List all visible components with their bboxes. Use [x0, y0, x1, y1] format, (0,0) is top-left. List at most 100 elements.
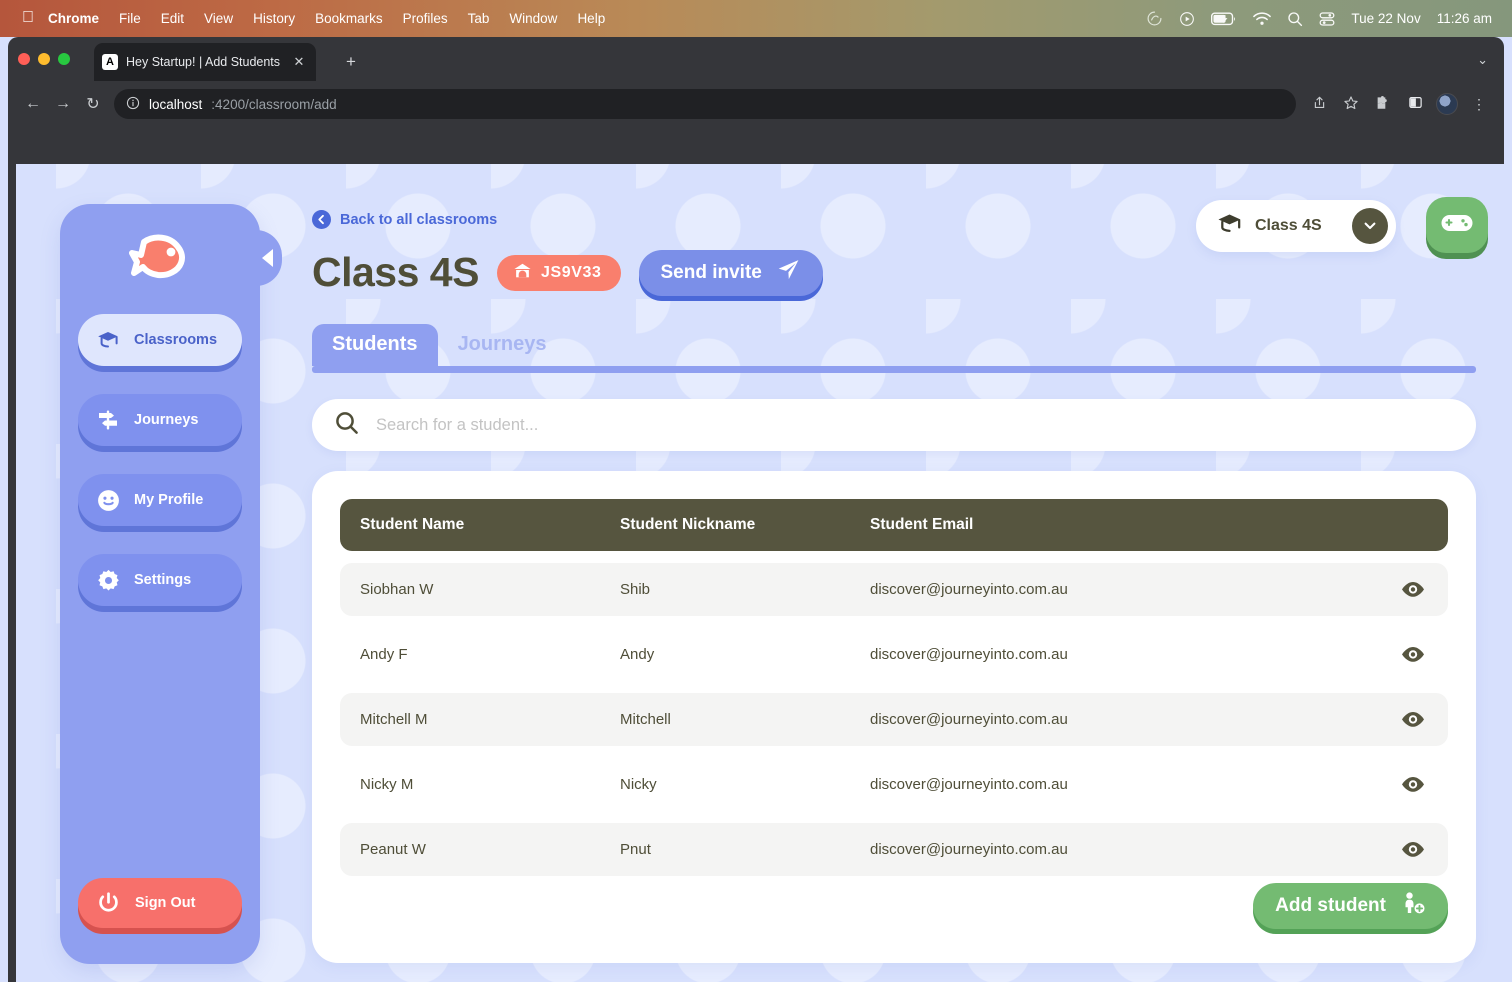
table-row[interactable]: Nicky M Nicky discover@journeyinto.com.a…: [340, 758, 1448, 811]
tab-underline: [312, 366, 1476, 373]
new-tab-button[interactable]: +: [346, 52, 356, 72]
menu-view[interactable]: View: [204, 11, 233, 26]
power-icon: [95, 890, 121, 916]
cell-student-nickname: Mitchell: [620, 711, 870, 728]
sidebar-item-settings[interactable]: Settings: [78, 554, 242, 606]
extensions-puzzle-icon[interactable]: [1368, 95, 1398, 114]
cell-student-name: Andy F: [340, 646, 620, 663]
reload-icon[interactable]: ↻: [78, 94, 108, 114]
sidebar-item-my-profile[interactable]: My Profile: [78, 474, 242, 526]
info-icon[interactable]: [126, 96, 140, 113]
cell-student-email: discover@journeyinto.com.au: [870, 776, 1378, 793]
cell-student-email: discover@journeyinto.com.au: [870, 581, 1378, 598]
search-icon: [334, 410, 360, 441]
add-student-button[interactable]: Add student: [1253, 883, 1448, 929]
class-selector-label: Class 4S: [1255, 217, 1340, 235]
menubar-date[interactable]: Tue 22 Nov: [1351, 11, 1420, 26]
apple-icon[interactable]: : [22, 9, 34, 27]
chevron-down-icon[interactable]: ⌄: [1477, 52, 1488, 68]
address-bar[interactable]: localhost :4200/classroom/add: [114, 89, 1296, 119]
chevron-left-icon: [262, 249, 273, 267]
battery-charging-icon[interactable]: [1211, 12, 1237, 26]
menu-window[interactable]: Window: [509, 11, 557, 26]
content-tabs: Students Journeys: [312, 324, 1476, 373]
tab-students[interactable]: Students: [312, 324, 438, 366]
minimize-window-button[interactable]: [38, 53, 50, 65]
game-controller-icon: [1440, 211, 1474, 240]
game-mode-button[interactable]: [1426, 197, 1488, 253]
class-code-text: JS9V33: [541, 264, 602, 282]
window-traffic-lights[interactable]: [18, 53, 70, 65]
menubar-time[interactable]: 11:26 am: [1437, 11, 1492, 26]
class-selector-dropdown[interactable]: Class 4S: [1196, 200, 1396, 252]
back-to-all-classrooms-link[interactable]: Back to all classrooms: [312, 210, 497, 229]
menu-file[interactable]: File: [119, 11, 141, 26]
url-path: :4200/classroom/add: [211, 97, 336, 112]
cell-student-nickname: Andy: [620, 646, 870, 663]
menu-tab[interactable]: Tab: [468, 11, 490, 26]
column-header-student-nickname: Student Nickname: [620, 516, 870, 534]
sidebar: Classrooms Journeys My Profile: [60, 204, 260, 964]
person-add-icon: [1400, 891, 1426, 921]
browser-tab[interactable]: A Hey Startup! | Add Students ✕: [94, 43, 316, 81]
cell-student-email: discover@journeyinto.com.au: [870, 711, 1378, 728]
bookmark-star-icon[interactable]: [1336, 95, 1366, 114]
sidebar-item-journeys[interactable]: Journeys: [78, 394, 242, 446]
menu-help[interactable]: Help: [577, 11, 605, 26]
eye-icon[interactable]: [1378, 646, 1448, 663]
sidebar-item-classrooms[interactable]: Classrooms: [78, 314, 242, 366]
eye-icon[interactable]: [1378, 711, 1448, 728]
table-row[interactable]: Andy F Andy discover@journeyinto.com.au: [340, 628, 1448, 681]
send-invite-button[interactable]: Send invite: [639, 250, 823, 296]
cell-student-nickname: Pnut: [620, 841, 870, 858]
sidebar-item-label: My Profile: [134, 492, 203, 508]
student-search-bar[interactable]: [312, 399, 1476, 451]
send-invite-label: Send invite: [661, 262, 762, 284]
eye-icon[interactable]: [1378, 841, 1448, 858]
sidebar-item-label: Settings: [134, 572, 191, 588]
search-input[interactable]: [376, 399, 1454, 451]
cell-student-name: Siobhan W: [340, 581, 620, 598]
search-icon[interactable]: [1287, 11, 1303, 27]
kebab-menu-icon[interactable]: ⋮: [1464, 96, 1494, 113]
menu-bookmarks[interactable]: Bookmarks: [315, 11, 383, 26]
menu-profiles[interactable]: Profiles: [403, 11, 448, 26]
url-host: localhost: [149, 97, 202, 112]
menu-history[interactable]: History: [253, 11, 295, 26]
menu-edit[interactable]: Edit: [161, 11, 184, 26]
eye-icon[interactable]: [1378, 581, 1448, 598]
menu-chrome[interactable]: Chrome: [48, 11, 99, 26]
back-icon[interactable]: ←: [18, 95, 48, 113]
side-panel-icon[interactable]: [1400, 95, 1430, 113]
table-row[interactable]: Mitchell M Mitchell discover@journeyinto…: [340, 693, 1448, 746]
app-logo[interactable]: [60, 228, 260, 290]
macos-menu-bar:  Chrome File Edit View History Bookmark…: [0, 0, 1512, 37]
chevron-down-icon[interactable]: [1352, 208, 1388, 244]
maximize-window-button[interactable]: [58, 53, 70, 65]
profile-avatar[interactable]: [1436, 93, 1458, 115]
tab-journeys[interactable]: Journeys: [438, 324, 567, 366]
close-tab-icon[interactable]: ✕: [290, 54, 308, 70]
creative-cloud-icon[interactable]: [1146, 10, 1163, 27]
app-viewport: Classrooms Journeys My Profile: [16, 164, 1504, 982]
play-circle-icon[interactable]: [1179, 11, 1195, 27]
school-house-icon: [513, 262, 532, 284]
table-header-row: Student Name Student Nickname Student Em…: [340, 499, 1448, 551]
eye-icon[interactable]: [1378, 776, 1448, 793]
table-row[interactable]: Siobhan W Shib discover@journeyinto.com.…: [340, 563, 1448, 616]
chrome-window: A Hey Startup! | Add Students ✕ + ⌄ ← → …: [8, 37, 1504, 982]
sign-out-button[interactable]: Sign Out: [78, 878, 242, 928]
wifi-icon[interactable]: [1253, 12, 1271, 26]
tab-title: Hey Startup! | Add Students: [126, 55, 290, 69]
browser-toolbar: ← → ↻ localhost :4200/classroom/add ⋮: [8, 81, 1504, 127]
close-window-button[interactable]: [18, 53, 30, 65]
control-center-icon[interactable]: [1319, 11, 1335, 27]
forward-icon[interactable]: →: [48, 95, 78, 113]
table-row[interactable]: Peanut W Pnut discover@journeyinto.com.a…: [340, 823, 1448, 876]
students-card: Student Name Student Nickname Student Em…: [312, 471, 1476, 963]
column-header-student-name: Student Name: [340, 516, 620, 534]
tab-favicon: A: [102, 54, 118, 70]
class-code-badge[interactable]: JS9V33: [497, 255, 621, 291]
share-icon[interactable]: [1304, 95, 1334, 113]
sidebar-item-label: Journeys: [134, 412, 198, 428]
